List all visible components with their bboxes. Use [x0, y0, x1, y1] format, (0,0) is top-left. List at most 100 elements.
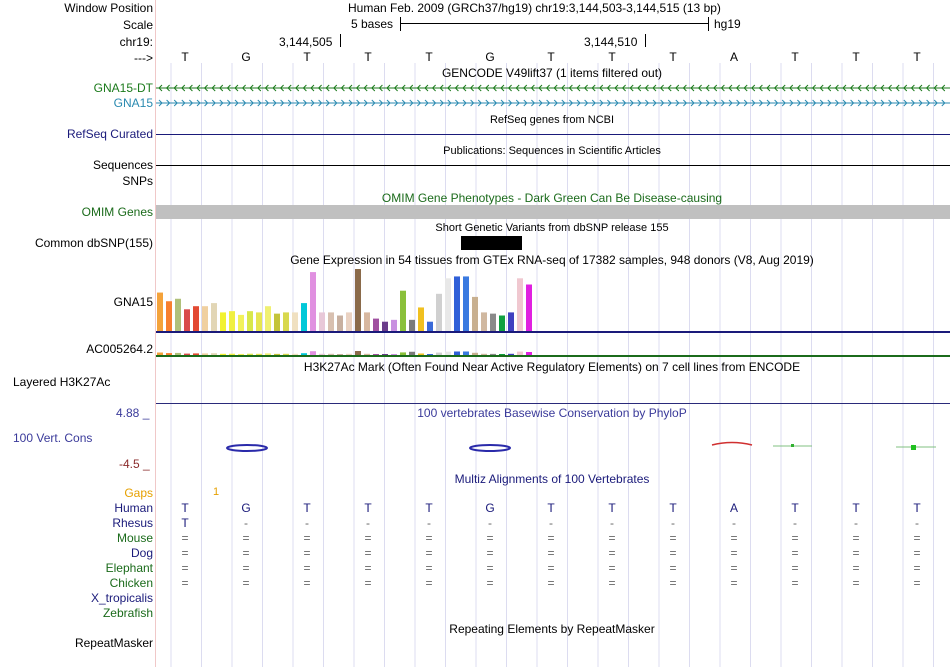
- alignment-base: =: [669, 561, 677, 575]
- base-letter: T: [303, 50, 311, 64]
- gtex-bar-ac005264: [202, 353, 208, 355]
- gtex-bar: [526, 284, 532, 331]
- alignment-base: =: [730, 546, 738, 560]
- gencode-item-gna15-dt[interactable]: GNA15-DT: [94, 81, 153, 95]
- alignment-base: T: [181, 516, 189, 530]
- alignment-base: =: [181, 546, 189, 560]
- gtex-chart[interactable]: [156, 268, 950, 360]
- gtex-bar-ac005264: [418, 353, 424, 355]
- gene-gna15[interactable]: [156, 97, 950, 109]
- omim-bar[interactable]: [156, 205, 950, 219]
- alignment-base: -: [732, 516, 736, 530]
- gtex-bar-ac005264: [193, 353, 199, 355]
- gencode-item-gna15[interactable]: GNA15: [114, 96, 153, 110]
- species-label[interactable]: Elephant: [106, 561, 153, 575]
- gtex-bar: [508, 312, 514, 331]
- pubs-line[interactable]: [156, 165, 950, 166]
- alignment-base: -: [427, 516, 431, 530]
- omim-title: OMIM Gene Phenotypes - Dark Green Can Be…: [381, 191, 723, 205]
- alignment-base: T: [425, 501, 433, 515]
- repeat-label[interactable]: RepeatMasker: [75, 636, 153, 650]
- gtex-bar-ac005264: [247, 353, 253, 355]
- refseq-label[interactable]: RefSeq Curated: [67, 127, 153, 141]
- gtex-bar-ac005264: [301, 353, 307, 355]
- phylop-min: -4.5 _: [119, 457, 150, 471]
- gtex-bar-ac005264: [517, 351, 523, 355]
- gtex-bar-ac005264: [157, 352, 163, 355]
- alignment-base: -: [854, 516, 858, 530]
- gtex-bar-ac005264: [310, 351, 316, 355]
- base-letter: T: [181, 50, 189, 64]
- gtex-label-gna15[interactable]: GNA15: [114, 295, 153, 309]
- species-label[interactable]: Rhesus: [112, 516, 153, 530]
- gtex-bar: [517, 278, 523, 331]
- alignment-base: T: [791, 501, 799, 515]
- alignment-base: =: [791, 576, 799, 590]
- alignment-base: T: [181, 501, 189, 515]
- dbsnp-variant[interactable]: [461, 236, 522, 250]
- gtex-bar-ac005264: [436, 352, 442, 355]
- gtex-title: Gene Expression in 54 tissues from GTEx …: [290, 253, 814, 267]
- alignment-base: =: [608, 531, 616, 545]
- gtex-bar-ac005264: [526, 352, 532, 355]
- alignment-base: =: [364, 561, 372, 575]
- gtex-bar: [193, 306, 199, 331]
- species-label[interactable]: Zebrafish: [103, 606, 153, 620]
- gtex-label-ac005264[interactable]: AC005264.2: [86, 342, 153, 356]
- phylop-label[interactable]: 100 Vert. Cons: [13, 431, 92, 445]
- alignment-base: -: [915, 516, 919, 530]
- gene-gna15-dt[interactable]: [156, 82, 950, 94]
- window-position-text[interactable]: Human Feb. 2009 (GRCh37/hg19) chr19:3,14…: [348, 1, 721, 15]
- alignment-base: T: [669, 501, 677, 515]
- gtex-bar-ac005264: [283, 353, 289, 355]
- species-label[interactable]: X_tropicalis: [91, 591, 153, 605]
- gtex-bar: [175, 298, 181, 331]
- alignment-base: A: [729, 501, 739, 515]
- species-label[interactable]: Chicken: [110, 576, 153, 590]
- alignment-base: -: [671, 516, 675, 530]
- snps-label[interactable]: SNPs: [122, 174, 153, 188]
- alignment-base: =: [791, 561, 799, 575]
- alignment-base: T: [547, 501, 555, 515]
- phylop-graph[interactable]: [156, 435, 950, 460]
- alignment-base: =: [852, 531, 860, 545]
- phylop-max: 4.88 _: [116, 406, 150, 420]
- alignment-base: =: [730, 561, 738, 575]
- gtex-bar: [400, 290, 406, 331]
- gtex-bar-ac005264: [391, 354, 397, 355]
- gtex-bar-ac005264: [256, 353, 262, 355]
- alignment-base: =: [852, 561, 860, 575]
- gencode-title: GENCODE V49lift37 (1 items filtered out): [441, 66, 663, 80]
- alignment-base: =: [303, 576, 311, 590]
- gtex-bar: [445, 278, 451, 331]
- window-position-label: Window Position: [64, 1, 153, 15]
- base-letter: T: [669, 50, 677, 64]
- dbsnp-title: Short Genetic Variants from dbSNP releas…: [435, 222, 669, 234]
- alignment-base: -: [244, 516, 248, 530]
- base-letter: T: [425, 50, 433, 64]
- species-label[interactable]: Human: [114, 501, 153, 515]
- pubs-label[interactable]: Sequences: [93, 158, 153, 172]
- base-letter: G: [241, 50, 251, 64]
- h3k27ac-title: H3K27Ac Mark (Often Found Near Active Re…: [303, 360, 801, 374]
- alignment-base: =: [791, 546, 799, 560]
- alignment-base: =: [852, 546, 860, 560]
- gtex-bar-ac005264: [319, 353, 325, 355]
- scale-label: Scale: [122, 18, 153, 32]
- gtex-bar: [337, 315, 343, 331]
- species-label[interactable]: Dog: [131, 546, 153, 560]
- alignment-base: -: [305, 516, 309, 530]
- refseq-gene-line[interactable]: [156, 134, 950, 135]
- gtex-bar-ac005264: [472, 352, 478, 355]
- gtex-bar: [373, 318, 379, 331]
- alignment-base: =: [730, 576, 738, 590]
- species-label[interactable]: Mouse: [117, 531, 153, 545]
- omim-label[interactable]: OMIM Genes: [82, 205, 153, 219]
- h3k27ac-label[interactable]: Layered H3K27Ac: [13, 375, 110, 389]
- chrom-label: chr19:: [119, 35, 153, 49]
- gtex-bar: [274, 313, 280, 331]
- dbsnp-label[interactable]: Common dbSNP(155): [35, 236, 153, 250]
- gtex-bar: [481, 312, 487, 331]
- alignment-base: =: [547, 546, 555, 560]
- gtex-bar-ac005264: [211, 353, 217, 355]
